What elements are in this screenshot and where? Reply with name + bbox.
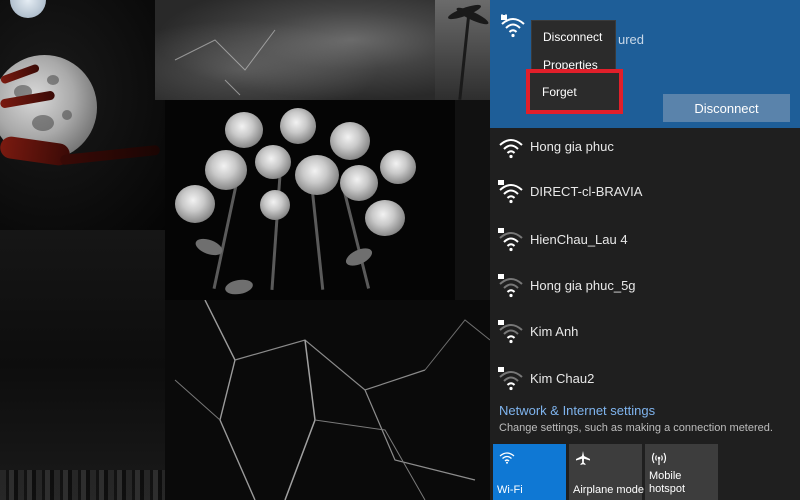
clouds-photo	[155, 0, 435, 100]
menu-item-forget-label: Forget	[542, 84, 577, 99]
network-item-direct-cl-bravia[interactable]: DIRECT-cl-BRAVIA	[490, 172, 800, 212]
network-item-hienchau-lau-4[interactable]: HienChau_Lau 4	[490, 220, 800, 260]
wifi-secured-weak-icon	[498, 320, 524, 349]
airplane-icon	[575, 450, 591, 471]
network-item-hong-gia-phuc[interactable]: Hong gia phuc	[490, 127, 800, 167]
airplane-mode-tile[interactable]: Airplane mode	[569, 444, 644, 500]
palm-photo	[435, 0, 490, 100]
wifi-tile[interactable]: Wi-Fi	[493, 444, 566, 500]
hotspot-icon	[651, 450, 667, 471]
orb-light	[10, 0, 46, 18]
mobile-hotspot-tile[interactable]: Mobile hotspot	[645, 444, 718, 500]
tile-label: Wi-Fi	[497, 484, 523, 496]
network-ssid: DIRECT-cl-BRAVIA	[530, 184, 643, 199]
wifi-secured-weak-icon	[498, 367, 524, 396]
roses-photo	[165, 100, 455, 300]
disconnect-button[interactable]: Disconnect	[663, 94, 790, 122]
network-settings-link[interactable]: Network & Internet settings	[499, 403, 655, 418]
connected-status-text: ured	[618, 32, 645, 47]
tile-label: Airplane mode	[573, 484, 644, 496]
desktop-wallpaper	[0, 0, 490, 500]
wifi-icon	[499, 450, 515, 469]
menu-item-forget[interactable]: Forget	[526, 69, 623, 114]
wifi-secured-icon	[498, 180, 524, 209]
network-ssid: Kim Chau2	[530, 371, 595, 386]
marble-photo	[165, 300, 490, 500]
network-item-kim-anh[interactable]: Kim Anh	[490, 312, 800, 352]
moon-photo	[0, 0, 165, 230]
network-item-kim-chau2[interactable]: Kim Chau2	[490, 359, 800, 399]
wifi-secured-weak-icon	[498, 274, 524, 303]
wifi-icon	[498, 135, 524, 164]
dark-strip	[455, 100, 490, 300]
network-settings-description: Change settings, such as making a connec…	[499, 422, 773, 434]
wifi-secured-icon	[500, 12, 526, 45]
network-item-hong-gia-phuc-5g[interactable]: Hong gia phuc_5g	[490, 266, 800, 306]
network-ssid: Kim Anh	[530, 324, 579, 339]
wifi-secured-weak-icon	[498, 228, 524, 257]
night-city-photo	[0, 230, 165, 500]
tile-label: Mobile hotspot	[649, 470, 686, 495]
menu-item-disconnect[interactable]: Disconnect	[543, 30, 602, 44]
network-ssid: HienChau_Lau 4	[530, 232, 628, 247]
network-ssid: Hong gia phuc	[530, 139, 614, 154]
network-ssid: Hong gia phuc_5g	[530, 278, 636, 293]
